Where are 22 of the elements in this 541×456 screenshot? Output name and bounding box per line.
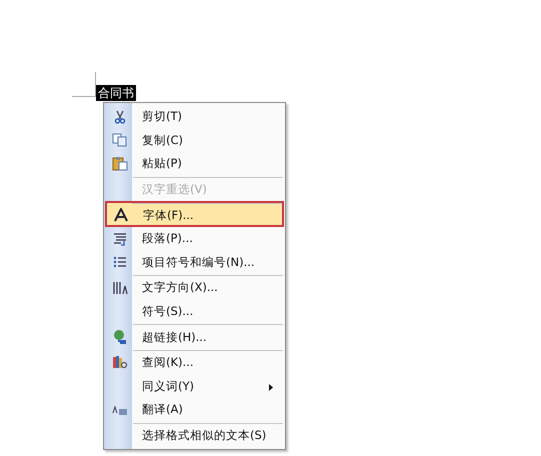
menu-item[interactable]: 段落(P)... [105,226,284,251]
menu-item[interactable]: 粘贴(P) [105,152,284,176]
selected-text: 合同书 [96,85,136,101]
menu-item[interactable]: 字体(F)... [105,201,284,227]
menu-item[interactable]: 项目符号和编号(N)... [105,250,284,274]
submenu-arrow-icon [269,384,273,391]
books-icon [112,355,128,370]
menu-item[interactable]: 同义词(Y) [105,374,284,398]
menu-item[interactable]: 符号(S)... [105,300,284,324]
menu-item[interactable]: 查阅(K)... [105,348,284,375]
letter-icon [114,208,128,222]
menu-item[interactable]: 剪切(T) [105,105,284,129]
list-icon [113,255,127,270]
menu-item[interactable]: 选择格式相似的文本(S) [105,422,284,448]
menu-item[interactable]: 复制(C) [105,128,284,152]
menu-item[interactable]: 翻译(A) [105,398,284,422]
clipboard-icon [112,156,128,172]
menu-item[interactable]: 文字方向(X)... [105,274,284,300]
menu-item[interactable]: 超链接(H)... [105,323,284,349]
scissors-icon [113,110,127,124]
copy-icon [112,133,128,148]
paragraph-icon [113,232,127,246]
